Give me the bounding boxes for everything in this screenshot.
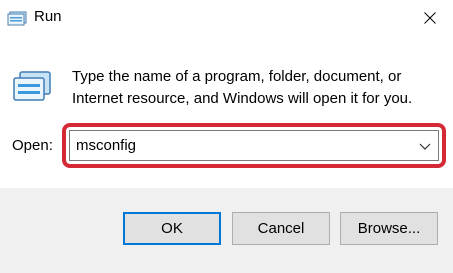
close-button[interactable] xyxy=(407,0,453,36)
window-title: Run xyxy=(34,8,62,25)
highlight-annotation xyxy=(62,123,446,168)
browse-button[interactable]: Browse... xyxy=(340,212,438,245)
close-icon xyxy=(424,12,436,24)
dialog-description: Type the name of a program, folder, docu… xyxy=(72,68,413,107)
cancel-button[interactable]: Cancel xyxy=(232,212,330,245)
run-app-icon xyxy=(7,11,27,26)
open-label: Open: xyxy=(12,137,53,154)
title-bar: Run xyxy=(0,0,453,38)
run-app-icon xyxy=(13,71,51,101)
run-dialog: Run Type the name of a program, folder, … xyxy=(0,0,453,273)
ok-button[interactable]: OK xyxy=(123,212,221,245)
